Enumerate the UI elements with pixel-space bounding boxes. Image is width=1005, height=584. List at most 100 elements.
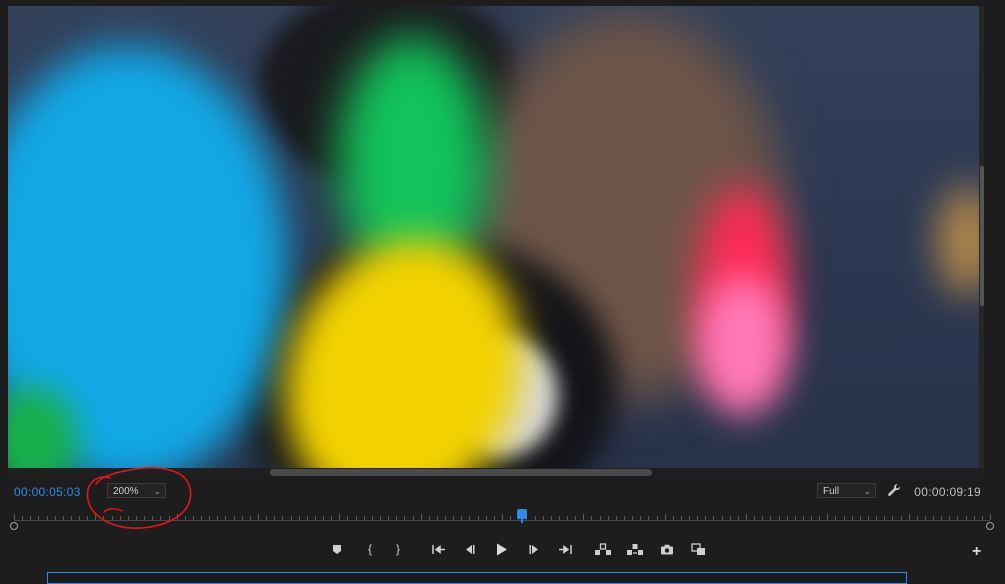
ruler-tick (274, 516, 275, 520)
ruler-tick (990, 514, 991, 520)
ruler-tick (787, 516, 788, 520)
playback-resolution-value: Full (823, 486, 840, 497)
settings-wrench-icon[interactable] (887, 483, 901, 497)
ruler-tick (323, 516, 324, 520)
ruler-tick (494, 516, 495, 520)
step-forward-button[interactable] (523, 540, 545, 558)
ruler-tick (754, 516, 755, 520)
ruler-tick (144, 516, 145, 520)
ruler-tick (917, 516, 918, 520)
marker-icon (333, 544, 341, 554)
ruler-tick (909, 514, 910, 520)
ruler-tick (559, 516, 560, 520)
lift-button[interactable] (592, 540, 614, 558)
go-to-out-icon (559, 544, 572, 554)
ruler-tick (112, 516, 113, 520)
mark-out-button[interactable]: } (387, 540, 409, 558)
ruler-tick (925, 516, 926, 520)
time-ruler[interactable] (14, 512, 991, 522)
ruler-tick (974, 516, 975, 520)
timeline-panel-edge (47, 572, 907, 584)
ruler-tick (225, 516, 226, 520)
lift-icon (595, 542, 611, 555)
ruler-tick (510, 516, 511, 520)
ruler-tick (648, 516, 649, 520)
ruler-tick (543, 516, 544, 520)
ruler-tick (234, 516, 235, 520)
ruler-tick (437, 516, 438, 520)
ruler-tick (258, 514, 259, 520)
ruler-tick (120, 516, 121, 520)
ruler-tick (307, 516, 308, 520)
ruler-tick (966, 516, 967, 520)
ruler-tick (347, 516, 348, 520)
comparison-view-button[interactable] (688, 540, 710, 558)
ruler-tick (299, 516, 300, 520)
current-timecode[interactable]: 00:00:05:03 (14, 485, 81, 499)
ruler-tick (868, 516, 869, 520)
extract-button[interactable] (624, 540, 646, 558)
playhead-icon[interactable] (516, 509, 527, 519)
ruler-tick (217, 516, 218, 520)
ruler-tick (624, 516, 625, 520)
ruler-tick (22, 516, 23, 520)
timeline-end-handle[interactable] (986, 522, 994, 530)
ruler-tick (372, 516, 373, 520)
ruler-tick (47, 516, 48, 520)
add-marker-button[interactable] (326, 540, 348, 558)
go-to-in-icon (432, 544, 445, 554)
ruler-tick (884, 516, 885, 520)
ruler-tick (705, 516, 706, 520)
mark-in-button[interactable]: { (359, 540, 381, 558)
ruler-tick (356, 516, 357, 520)
vertical-scrollbar-thumb[interactable] (980, 166, 984, 306)
ruler-tick (762, 516, 763, 520)
ruler-tick (453, 516, 454, 520)
timeline-start-handle[interactable] (10, 522, 18, 530)
vertical-scrollbar[interactable] (979, 6, 984, 468)
chevron-down-icon: ⌄ (863, 486, 871, 496)
playback-resolution-select[interactable]: Full ⌄ (817, 483, 876, 498)
ruler-tick (681, 516, 682, 520)
zoom-level-select[interactable]: 200% ⌄ (107, 483, 166, 498)
ruler-tick (469, 516, 470, 520)
ruler-tick (689, 516, 690, 520)
step-back-button[interactable] (459, 540, 481, 558)
horizontal-scrollbar-thumb[interactable] (270, 469, 652, 476)
ruler-tick (502, 514, 503, 520)
ruler-tick (250, 516, 251, 520)
ruler-tick (835, 516, 836, 520)
ruler-tick (38, 516, 39, 520)
go-to-out-button[interactable] (554, 540, 576, 558)
horizontal-scrollbar[interactable] (8, 468, 984, 476)
ruler-tick (87, 516, 88, 520)
play-button[interactable] (491, 540, 513, 558)
ruler-tick (136, 516, 137, 520)
ruler-tick (616, 516, 617, 520)
ruler-tick (575, 516, 576, 520)
ruler-tick (71, 516, 72, 520)
go-to-in-button[interactable] (428, 540, 450, 558)
ruler-tick (95, 514, 96, 520)
ruler-tick (461, 516, 462, 520)
ruler-tick (665, 514, 666, 520)
ruler-tick (128, 516, 129, 520)
ruler-tick (185, 516, 186, 520)
ruler-tick (55, 516, 56, 520)
ruler-tick (551, 516, 552, 520)
comparison-icon (691, 542, 705, 555)
ruler-tick (478, 516, 479, 520)
mark-in-icon: { (367, 542, 372, 556)
ruler-tick (404, 516, 405, 520)
ruler-tick (779, 516, 780, 520)
ruler-tick (982, 516, 983, 520)
duration-timecode: 00:00:09:19 (914, 485, 981, 499)
ruler-tick (429, 516, 430, 520)
camera-icon (661, 544, 673, 554)
ruler-tick (364, 516, 365, 520)
ruler-tick (282, 516, 283, 520)
export-frame-button[interactable] (656, 540, 678, 558)
ruler-tick (242, 516, 243, 520)
ruler-tick (892, 516, 893, 520)
button-editor-add-icon[interactable]: + (972, 543, 981, 561)
